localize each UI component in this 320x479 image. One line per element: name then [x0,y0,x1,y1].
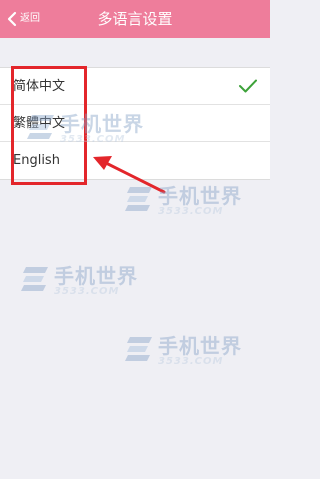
watermark: 手机世界 3533.COM [124,180,264,226]
watermark: 手机世界 3533.COM [124,330,264,376]
watermark-logo-icon [125,337,152,361]
watermark-brand: 手机世界 [158,334,242,358]
language-option-traditional-chinese[interactable]: 繁體中文 [0,105,270,142]
watermark-logo-icon [125,187,152,211]
language-option-simplified-chinese[interactable]: 简体中文 [0,68,270,105]
language-label: English [13,153,60,168]
watermark-brand: 手机世界 [158,184,242,208]
language-label: 繁體中文 [13,116,66,131]
language-option-english[interactable]: English [0,142,270,179]
watermark-logo-icon [21,267,48,291]
watermark-site: 3533.COM [158,206,224,217]
watermark-brand: 手机世界 [54,264,138,288]
page-title: 多语言设置 [97,10,173,28]
language-list: 简体中文 繁體中文 English [0,67,270,180]
checkmark-icon [239,79,257,93]
watermark: 手机世界 3533.COM [20,260,160,306]
watermark-site: 3533.COM [158,356,224,367]
watermark-site: 3533.COM [54,286,120,297]
language-label: 简体中文 [13,79,66,94]
header-bar: 返回 多语言设置 [0,0,270,38]
